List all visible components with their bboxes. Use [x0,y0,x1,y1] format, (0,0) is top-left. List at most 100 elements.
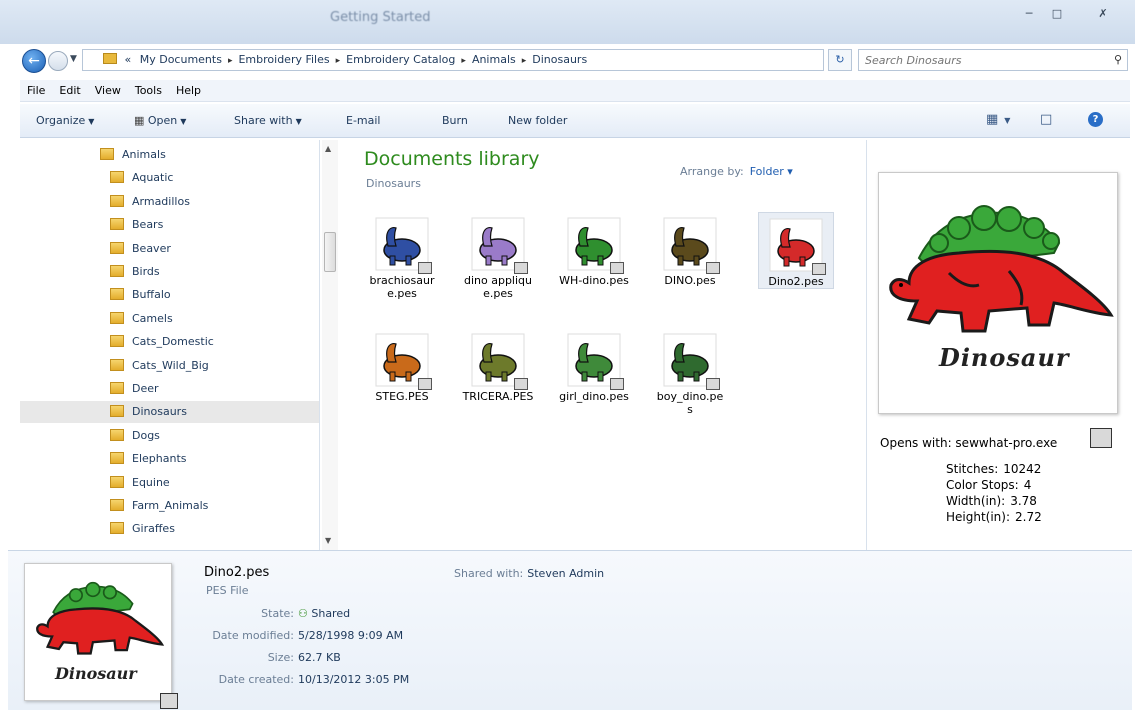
state-value-text: Shared [311,607,351,620]
sidebar-item-label: Cats_Wild_Big [132,358,209,372]
search-icon[interactable]: ⚲ [1114,53,1122,66]
details-thumbnail: Dinosaur [24,563,172,701]
preview-stat: Color Stops: 4 [946,478,1031,492]
menu-file[interactable]: File [20,80,52,97]
menu-bar: File Edit View Tools Help [20,80,1130,102]
sidebar-item-camels[interactable]: Camels [20,308,319,330]
details-pane: Dinosaur Dino2.pes PES File State: ⚇ Shar… [8,550,1132,710]
folder-icon [110,522,124,535]
sidebar-item-cats-wild-big[interactable]: Cats_Wild_Big [20,355,319,377]
organize-label: Organize [36,114,86,127]
sewing-machine-icon [706,262,720,274]
thumbnail-art-lettering: Dinosaur [55,664,137,683]
minimize-button[interactable]: ─ [1016,6,1042,24]
modified-value[interactable]: 5/28/1998 9:09 AM [298,629,403,642]
file-item[interactable]: boy_dino.pes [652,328,728,416]
file-thumbnail [662,216,720,274]
sidebar-item-label: Dogs [132,428,160,442]
stat-value: 10242 [1003,462,1042,476]
sidebar-item-equine[interactable]: Equine [20,472,319,494]
sidebar-item-deer[interactable]: Deer [20,378,319,400]
scrollbar-thumb[interactable] [324,232,336,272]
burn-button[interactable]: Burn [442,114,468,127]
menu-help[interactable]: Help [169,80,208,97]
sidebar-item-beaver[interactable]: Beaver [20,238,319,260]
file-name: DINO.pes [664,274,716,287]
sidebar-item-armadillos[interactable]: Armadillos [20,191,319,213]
file-item[interactable]: Dino2.pes [758,212,834,289]
share-with-button[interactable]: Share with ▼ [234,114,302,127]
sewing-machine-icon [418,378,432,390]
history-dropdown-icon[interactable]: ▼ [70,54,77,64]
breadcrumb-separator-icon[interactable]: ▸ [455,56,472,66]
shared-with-value[interactable]: Steven Admin [527,567,604,580]
search-box[interactable]: ⚲ [858,49,1128,71]
sidebar-item-cats-domestic[interactable]: Cats_Domestic [20,331,319,353]
folder-icon [110,475,124,488]
scroll-up-icon[interactable]: ▲ [325,144,331,153]
command-bar: Organize ▼ ▦ Open ▼ Share with ▼ E-mail Bur… [20,104,1130,138]
sidebar-item-animals[interactable]: Animals [20,144,319,166]
organize-button[interactable]: Organize ▼ [36,114,94,127]
email-button[interactable]: E-mail [346,114,381,127]
nav-scrollbar[interactable]: ▲ ▼ [322,140,338,550]
address-overflow-icon[interactable]: « [125,53,132,66]
forward-button[interactable] [48,51,68,71]
menu-edit[interactable]: Edit [52,80,87,97]
preview-pane-icon[interactable]: □ [1040,112,1052,127]
sidebar-item-giraffes[interactable]: Giraffes [20,518,319,540]
sidebar-item-label: Cats_Domestic [132,335,214,349]
details-created: Date created: 10/13/2012 3:05 PM [204,673,410,686]
breadcrumb-separator-icon[interactable]: ▸ [222,56,239,66]
sidebar-item-buffalo[interactable]: Buffalo [20,284,319,306]
breadcrumb-animals[interactable]: Animals [472,53,516,66]
change-view-icon[interactable]: ▦ ▼ [986,112,1010,127]
file-item[interactable]: WH-dino.pes [556,212,632,287]
maximize-button[interactable]: □ [1044,6,1070,24]
file-item[interactable]: STEG.PES [364,328,440,403]
sidebar-item-label: Elephants [132,452,187,466]
sidebar-item-bears[interactable]: Bears [20,214,319,236]
folder-icon [110,335,124,348]
breadcrumb-embroidery-files[interactable]: Embroidery Files [238,53,329,66]
refresh-button[interactable]: ↻ [828,49,852,71]
size-value: 62.7 KB [298,651,341,664]
stat-label: Width(in): [946,494,1006,508]
file-name: STEG.PES [375,390,429,403]
menu-view[interactable]: View [88,80,128,97]
file-thumbnail [374,332,432,390]
file-item[interactable]: brachiosaure.pes [364,212,440,300]
sewing-machine-icon [418,262,432,274]
file-name: brachiosaure.pes [369,274,435,300]
breadcrumb-separator-icon[interactable]: ▸ [516,56,533,66]
created-value[interactable]: 10/13/2012 3:05 PM [298,673,409,686]
breadcrumb-separator-icon[interactable]: ▸ [330,56,347,66]
details-state: State: ⚇ Shared [204,607,350,620]
back-button[interactable]: ← [22,49,46,73]
close-button[interactable]: ✗ [1084,6,1122,24]
file-item[interactable]: TRICERA.PES [460,328,536,403]
file-item[interactable]: DINO.pes [652,212,728,287]
new-folder-button[interactable]: New folder [508,114,567,127]
address-bar[interactable]: « My Documents ▸ Embroidery Files ▸ Embroide… [82,49,824,71]
arrange-by-dropdown[interactable]: Folder ▾ [750,165,793,178]
breadcrumb-my-documents[interactable]: My Documents [140,53,222,66]
sidebar-item-aquatic[interactable]: Aquatic [20,167,319,189]
sidebar-item-birds[interactable]: Birds [20,261,319,283]
file-thumbnail [566,332,624,390]
scroll-down-icon[interactable]: ▼ [325,536,331,545]
breadcrumb-dinosaurs[interactable]: Dinosaurs [532,53,587,66]
stat-value: 2.72 [1015,510,1042,524]
search-input[interactable] [859,50,1099,70]
file-item[interactable]: girl_dino.pes [556,328,632,403]
help-icon[interactable]: ? [1088,112,1103,127]
sidebar-item-farm-animals[interactable]: Farm_Animals [20,495,319,517]
sidebar-item-dogs[interactable]: Dogs [20,425,319,447]
open-button[interactable]: ▦ Open ▼ [134,114,186,127]
sidebar-item-dinosaurs[interactable]: Dinosaurs [20,401,319,424]
file-item[interactable]: dino applique.pes [460,212,536,300]
breadcrumb-embroidery-catalog[interactable]: Embroidery Catalog [346,53,455,66]
sidebar-item-elephants[interactable]: Elephants [20,448,319,470]
menu-tools[interactable]: Tools [128,80,169,97]
folder-icon [100,148,114,160]
